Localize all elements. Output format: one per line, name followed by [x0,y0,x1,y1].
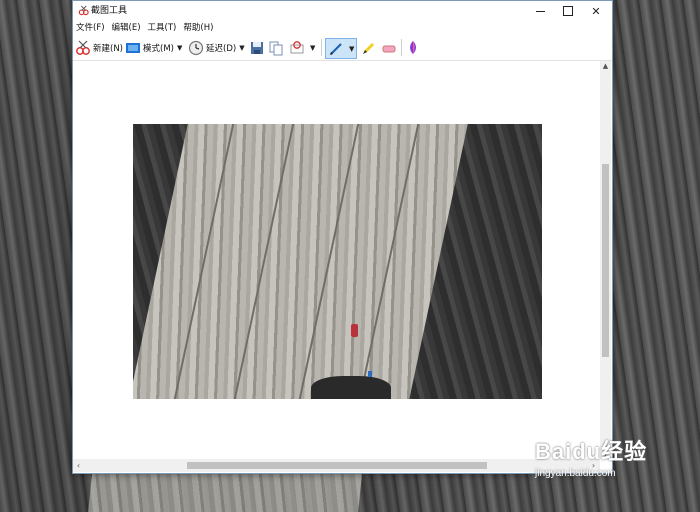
delay-button[interactable]: 延迟(D) ▼ [188,38,245,57]
close-icon: ✕ [591,4,601,18]
mode-icon [126,42,140,53]
title-bar[interactable]: 截图工具 ✕ [73,1,612,21]
delay-dropdown-icon[interactable]: ▼ [239,44,244,52]
menu-file[interactable]: 文件(F) [76,21,109,35]
copy-icon [269,41,283,55]
menu-bar: 文件(F) 编辑(E) 工具(T) 帮助(H) [73,21,615,35]
snipping-tool-window: 截图工具 ✕ 文件(F) 编辑(E) 工具(T) 帮助(H) 新建(N) 模式(… [72,0,613,474]
snip-app-icon [78,5,89,16]
send-snip-button[interactable]: ▼ [289,38,315,57]
highlighter-icon [363,42,375,54]
pen-icon [330,42,342,55]
watermark-url: jingyan.baidu.com [535,468,616,479]
toolbar-separator [321,39,322,56]
horizontal-scrollbar[interactable]: ‹ › [73,459,600,472]
close-button[interactable]: ✕ [582,1,610,21]
watermark-brand: Baidu经验 [535,439,648,464]
scroll-left-icon[interactable]: ‹ [73,459,84,472]
eraser-icon [382,45,396,52]
vertical-scroll-thumb[interactable] [602,164,609,357]
toolbar-separator [401,39,402,56]
paint3d-button[interactable] [405,38,423,57]
eraser-button[interactable] [381,38,399,57]
send-icon [290,40,304,53]
minimize-icon [535,10,545,12]
maximize-icon [563,6,573,16]
delay-label: 延迟(D) [206,43,237,54]
menu-tools[interactable]: 工具(T) [148,21,181,35]
save-icon [251,41,263,54]
climber-belayer [368,371,372,377]
new-snip-icon [76,40,90,55]
climber [351,324,358,337]
paint3d-icon [410,40,416,54]
captured-image[interactable] [133,124,542,399]
new-snip-label: 新建(N) [93,43,123,54]
new-snip-button[interactable]: 新建(N) [75,38,123,57]
window-title: 截图工具 [91,6,128,16]
vertical-scrollbar[interactable]: ▲ ▼ [600,61,611,459]
minimize-button[interactable] [526,1,554,21]
mode-label: 模式(M) [143,43,174,54]
delay-clock-icon [188,40,204,55]
mode-button[interactable]: 模式(M) ▼ [125,38,182,57]
save-button[interactable] [249,38,267,57]
horizontal-scroll-thumb[interactable] [187,462,487,469]
toolbar: 新建(N) 模式(M) ▼ 延迟(D) ▼ ▼ ▼ [73,36,612,61]
pen-dropdown-icon[interactable]: ▼ [349,45,354,53]
mode-dropdown-icon[interactable]: ▼ [177,44,182,52]
copy-button[interactable] [268,38,286,57]
baidu-watermark: Baidu经验 jingyan.baidu.com [535,434,695,494]
menu-edit[interactable]: 编辑(E) [112,21,145,35]
maximize-button[interactable] [554,1,582,21]
rock-ledge [311,376,391,399]
snip-canvas[interactable] [73,61,600,459]
menu-help[interactable]: 帮助(H) [183,21,217,35]
pen-button[interactable]: ▼ [325,38,358,59]
highlighter-button[interactable] [361,38,379,57]
send-dropdown-icon[interactable]: ▼ [310,44,315,52]
scroll-up-icon[interactable]: ▲ [600,61,611,71]
